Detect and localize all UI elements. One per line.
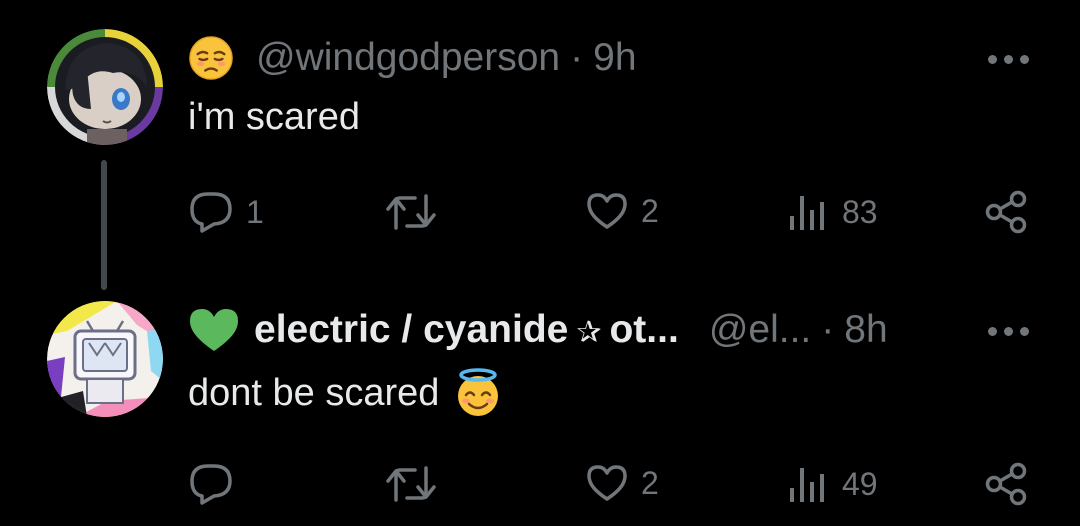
tweet-text: i'm scared [188,96,360,139]
timestamp[interactable]: 9h [593,36,636,80]
display-name[interactable]: electric / cyanide ✰ ot... [254,308,679,352]
like-button[interactable]: 2 [585,191,659,231]
user-handle[interactable]: @el... [709,308,811,352]
views-button[interactable]: 83 [786,190,878,234]
more-dot-icon [1020,327,1029,336]
like-count: 2 [641,192,659,229]
smiling-face-with-halo-emoji-icon [458,368,499,416]
tweet-text: dont be scared [188,368,503,418]
retweet-button[interactable] [385,192,449,232]
reply-bubble-icon [190,464,232,505]
views-count: 83 [842,193,878,230]
more-dot-icon [988,55,997,64]
avatar-electric-cyanide[interactable] [47,301,163,417]
reply-count: 1 [246,193,264,230]
more-dot-icon [1004,55,1013,64]
star-symbol: ✰ [576,316,602,349]
share-button[interactable] [984,190,1030,234]
heart-icon [587,465,627,501]
views-analytics-icon [790,468,824,502]
retweet-icon [386,466,436,502]
reply-button[interactable] [188,462,246,506]
avatar-windgodperson[interactable] [47,29,163,145]
separator-dot: · [570,36,584,79]
thread-connector-line [101,160,107,290]
more-dot-icon [1020,55,1029,64]
separator-dot: · [821,308,835,351]
retweet-icon [386,194,436,230]
reply-bubble-icon [190,192,232,233]
display-name-part1: electric / cyanide [254,308,569,351]
retweet-button[interactable] [385,464,449,504]
tweet-text-content: dont be scared [188,371,440,414]
share-icon [985,190,1027,234]
tweet-header: electric / cyanide ✰ ot... @el... · 8h [188,305,888,355]
reply-button[interactable]: 1 [188,190,264,234]
like-count: 2 [641,464,659,501]
more-dot-icon [988,327,997,336]
tweet-text-content: i'm scared [188,96,360,138]
views-analytics-icon [790,196,824,230]
more-options-button[interactable] [988,55,1029,64]
share-button[interactable] [984,462,1030,506]
more-dot-icon [1004,327,1013,336]
thread-view: @windgodperson · 9h i'm scared 1 2 83 el… [0,0,1080,526]
views-count: 49 [842,465,878,502]
like-button[interactable]: 2 [585,463,659,503]
tweet-header: @windgodperson · 9h [188,33,637,83]
heart-icon [587,193,627,229]
display-name-part2: ot... [609,308,679,351]
more-options-button[interactable] [988,327,1029,336]
pleading-face-emoji-icon [189,36,233,80]
views-button[interactable]: 49 [786,462,878,506]
share-icon [985,462,1027,506]
green-heart-emoji-icon [190,309,238,351]
timestamp[interactable]: 8h [844,308,887,352]
user-handle[interactable]: @windgodperson [256,36,560,80]
